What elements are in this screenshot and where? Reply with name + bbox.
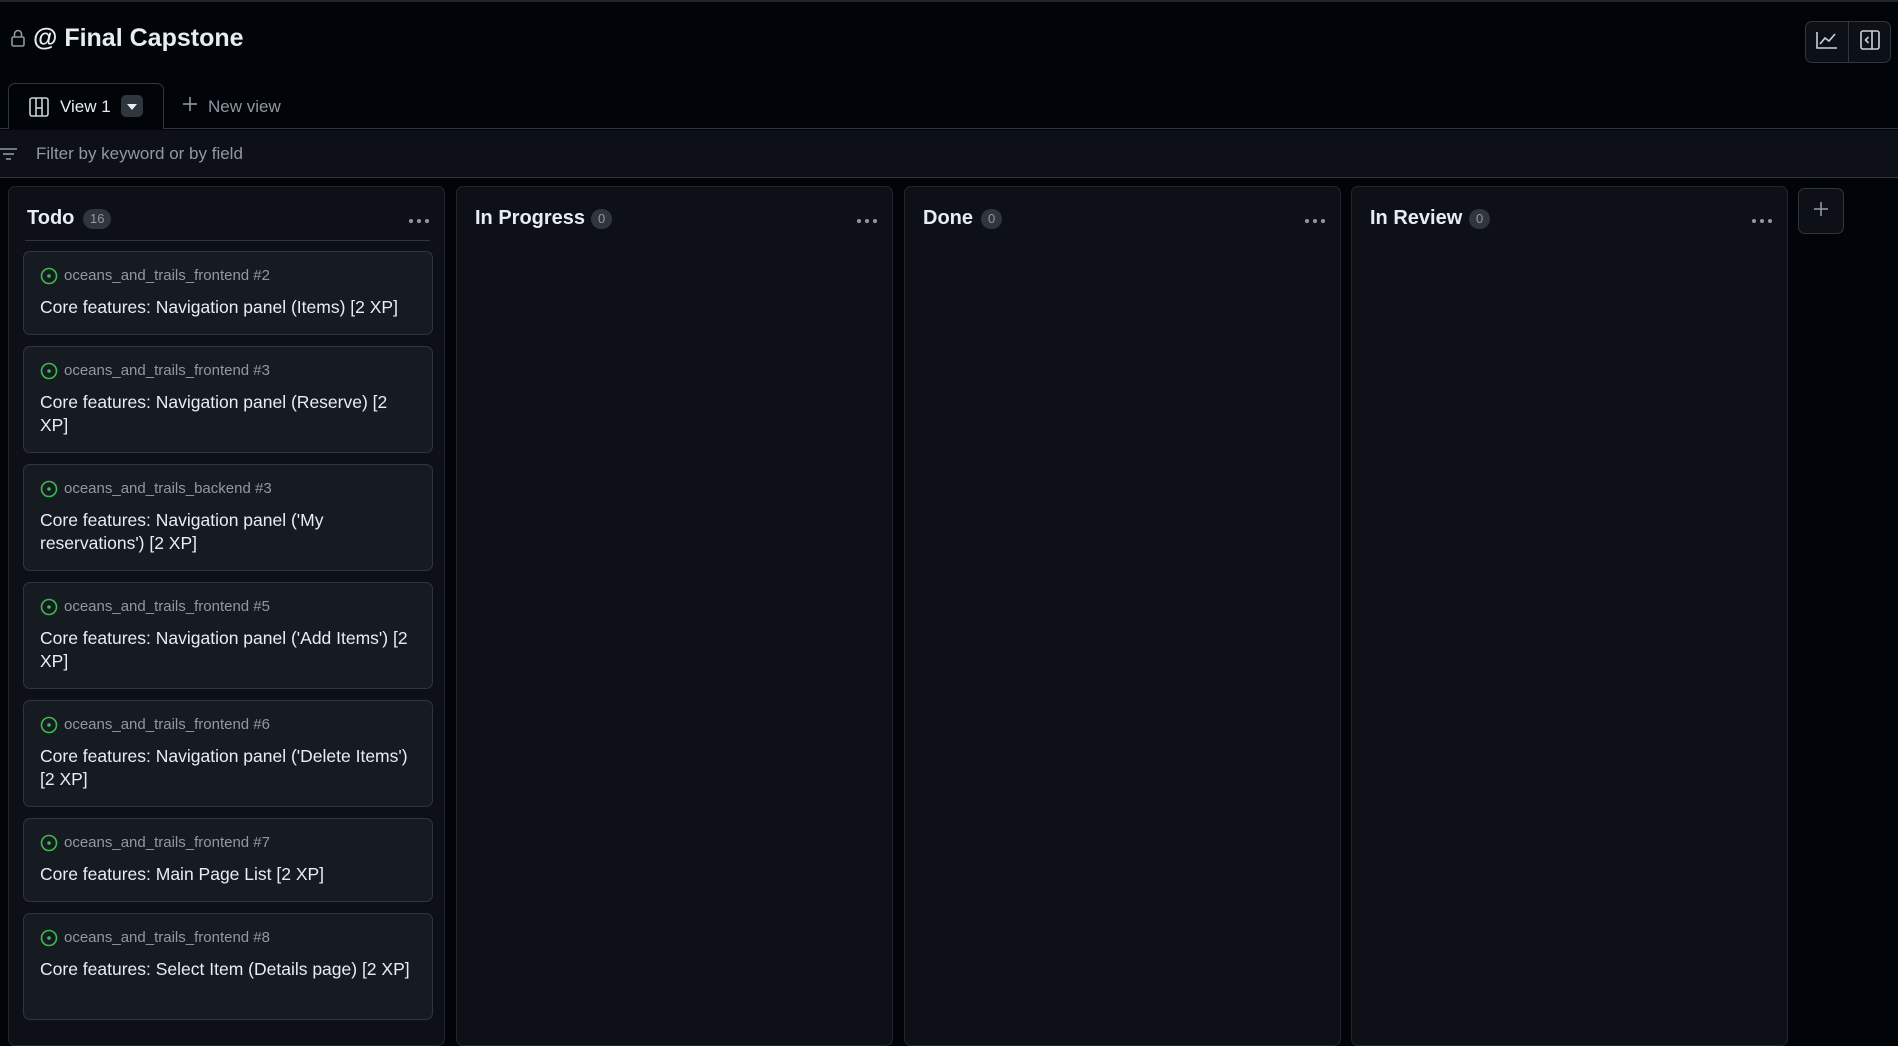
side-panel-button[interactable]	[1848, 22, 1890, 62]
issue-card[interactable]: oceans_and_trails_frontend #5 Core featu…	[23, 582, 433, 689]
graph-icon	[1816, 31, 1838, 54]
view-tabs: View 1 New view	[0, 83, 1898, 129]
kebab-horizontal-icon	[857, 219, 877, 223]
sidebar-expand-icon	[1859, 29, 1880, 55]
issue-title[interactable]: Core features: Navigation panel ('My res…	[40, 509, 420, 555]
tab-view-1[interactable]: View 1	[8, 83, 164, 129]
issue-card[interactable]: oceans_and_trails_frontend #7 Core featu…	[23, 818, 433, 902]
issue-title[interactable]: Core features: Navigation panel (Reserve…	[40, 391, 420, 437]
issue-opened-icon	[40, 929, 58, 952]
issue-card[interactable]: oceans_and_trails_frontend #2 Core featu…	[23, 251, 433, 335]
kebab-horizontal-icon	[1752, 219, 1772, 223]
issue-title[interactable]: Core features: Navigation panel (Items) …	[40, 296, 420, 319]
issue-title[interactable]: Core features: Select Item (Details page…	[40, 958, 420, 981]
triangle-down-icon	[127, 97, 137, 115]
column-menu-button[interactable]	[1751, 211, 1773, 229]
issue-card[interactable]: oceans_and_trails_frontend #6 Core featu…	[23, 700, 433, 807]
column-count: 0	[981, 209, 1003, 229]
issue-repo: oceans_and_trails_frontend #3	[64, 362, 270, 379]
column-count: 0	[1469, 209, 1491, 229]
column-header: Done 0	[905, 187, 1340, 241]
issue-repo: oceans_and_trails_frontend #5	[64, 598, 270, 615]
issue-opened-icon	[40, 716, 58, 739]
project-title: @ Final Capstone	[33, 24, 244, 52]
column-done: Done 0	[904, 186, 1341, 1046]
issue-card[interactable]: oceans_and_trails_frontend #8 Core featu…	[23, 913, 433, 1020]
plus-icon	[1813, 201, 1829, 222]
column-name: Todo	[27, 207, 75, 229]
column-divider	[25, 240, 430, 241]
column-menu-button[interactable]	[856, 211, 878, 229]
filter-bar	[0, 130, 1898, 178]
column-in-review: In Review 0	[1351, 186, 1788, 1046]
plus-icon	[182, 96, 198, 117]
project-header: @ Final Capstone	[0, 0, 1898, 84]
column-name: In Review	[1370, 207, 1463, 229]
column-in-progress: In Progress 0	[456, 186, 893, 1046]
filter-icon	[0, 147, 18, 166]
kebab-horizontal-icon	[1305, 219, 1325, 223]
filter-input[interactable]	[36, 136, 1236, 172]
column-menu-button[interactable]	[408, 211, 430, 229]
issue-repo: oceans_and_trails_frontend #6	[64, 716, 270, 733]
kebab-horizontal-icon	[409, 219, 429, 223]
issue-opened-icon	[40, 267, 58, 290]
board-icon	[29, 97, 49, 122]
issue-opened-icon	[40, 834, 58, 857]
header-actions	[1805, 21, 1891, 63]
issue-card[interactable]: oceans_and_trails_frontend #3 Core featu…	[23, 346, 433, 453]
issue-repo: oceans_and_trails_frontend #2	[64, 267, 270, 284]
view-options-button[interactable]	[121, 95, 143, 117]
issue-opened-icon	[40, 480, 58, 503]
issue-opened-icon	[40, 598, 58, 621]
add-column-button[interactable]	[1798, 188, 1844, 234]
lock-icon	[10, 28, 26, 48]
issue-repo: oceans_and_trails_frontend #7	[64, 834, 270, 851]
tab-label: View 1	[60, 97, 111, 116]
column-count: 16	[83, 209, 112, 229]
column-header: In Progress 0	[457, 187, 892, 241]
column-menu-button[interactable]	[1304, 211, 1326, 229]
issue-title[interactable]: Core features: Navigation panel ('Add It…	[40, 627, 420, 673]
issue-repo: oceans_and_trails_backend #3	[64, 480, 272, 497]
board: Todo 16 oceans_and_trails_frontend #2 Co…	[0, 178, 1898, 1046]
issue-title[interactable]: Core features: Navigation panel ('Delete…	[40, 745, 420, 791]
issue-card[interactable]: oceans_and_trails_backend #3 Core featur…	[23, 464, 433, 571]
column-name: Done	[923, 207, 973, 229]
column-name: In Progress	[475, 207, 586, 229]
column-count: 0	[591, 209, 613, 229]
column-todo: Todo 16 oceans_and_trails_frontend #2 Co…	[8, 186, 445, 1046]
column-header: Todo 16	[9, 187, 444, 241]
new-view-label: New view	[208, 96, 281, 116]
issue-opened-icon	[40, 362, 58, 385]
issue-title[interactable]: Core features: Main Page List [2 XP]	[40, 863, 420, 886]
column-header: In Review 0	[1352, 187, 1787, 241]
new-view-button[interactable]: New view	[182, 96, 281, 117]
insights-button[interactable]	[1806, 22, 1848, 62]
issue-repo: oceans_and_trails_frontend #8	[64, 929, 270, 946]
